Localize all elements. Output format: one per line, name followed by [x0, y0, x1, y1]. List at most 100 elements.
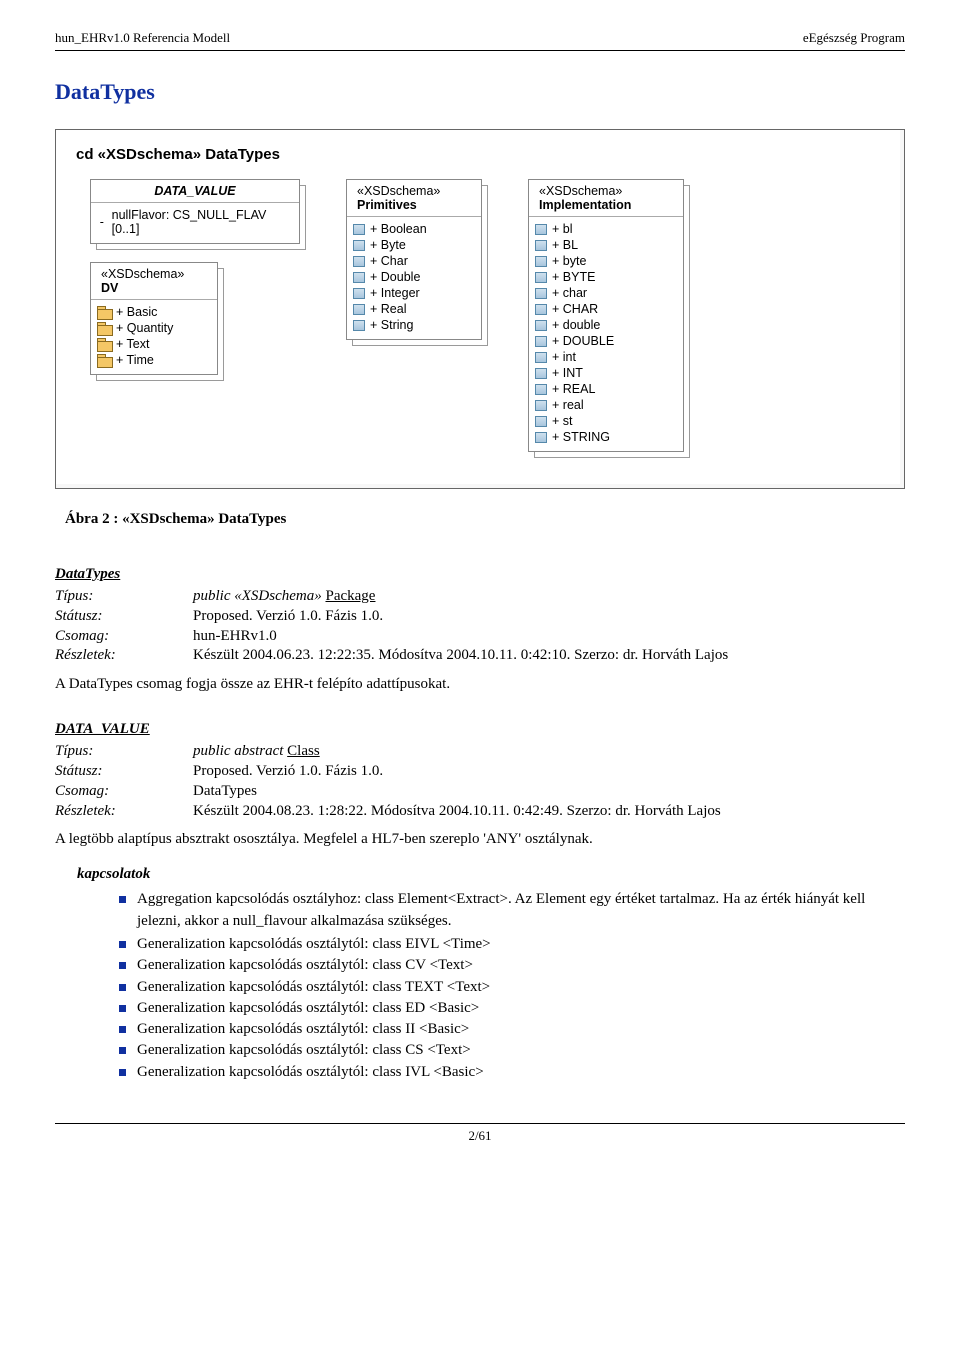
- class-icon: [353, 320, 365, 331]
- uml-item: + DOUBLE: [552, 334, 614, 348]
- class-icon: [535, 336, 547, 347]
- package-icon: [97, 354, 111, 366]
- package-icon: [97, 306, 111, 318]
- label-tipus: Típus:: [55, 587, 165, 607]
- definition-data-value: DATA_VALUE Típus: public abstract Class …: [55, 721, 905, 1083]
- uml-item: + Integer: [370, 286, 420, 300]
- label-reszletek: Részletek:: [55, 646, 165, 666]
- definition-name: DATA_VALUE: [55, 721, 905, 738]
- label-statusz: Státusz:: [55, 762, 165, 782]
- relationship-item: Generalization kapcsolódás osztálytól: c…: [119, 1040, 905, 1061]
- header-right: eEgészség Program: [803, 30, 905, 46]
- uml-item: + CHAR: [552, 302, 598, 316]
- class-icon: [535, 320, 547, 331]
- uml-package-title: Implementation: [539, 198, 631, 212]
- uml-item: + st: [552, 414, 573, 428]
- package-icon: [97, 338, 111, 350]
- uml-item: + String: [370, 318, 413, 332]
- class-icon: [353, 272, 365, 283]
- relationship-item: Generalization kapcsolódás osztálytól: c…: [119, 998, 905, 1019]
- label-reszletek: Részletek:: [55, 802, 165, 822]
- uml-item: + double: [552, 318, 600, 332]
- uml-item: + Time: [116, 353, 154, 367]
- definition-name: DataTypes: [55, 566, 905, 583]
- page-number: 2/61: [55, 1124, 905, 1144]
- value-tipus: public «XSDschema» Package: [193, 587, 905, 607]
- value-tipus: public abstract Class: [193, 742, 905, 762]
- label-statusz: Státusz:: [55, 607, 165, 627]
- uml-stereotype: «XSDschema»: [101, 267, 207, 281]
- kapcsolatok-heading: kapcsolatok: [77, 866, 905, 883]
- class-icon: [535, 256, 547, 267]
- uml-package-title: DV: [101, 281, 118, 295]
- class-icon: [535, 224, 547, 235]
- uml-item: + char: [552, 286, 587, 300]
- class-icon: [535, 352, 547, 363]
- uml-item: + Quantity: [116, 321, 173, 335]
- uml-item: + Byte: [370, 238, 406, 252]
- class-icon: [535, 368, 547, 379]
- class-icon: [535, 400, 547, 411]
- class-icon: [535, 384, 547, 395]
- relationship-item: Generalization kapcsolódás osztálytól: c…: [119, 1019, 905, 1040]
- uml-item: + Real: [370, 302, 407, 316]
- uml-item: + BL: [552, 238, 578, 252]
- class-icon: [535, 288, 547, 299]
- uml-item: + bl: [552, 222, 573, 236]
- uml-diagram: cd «XSDschema» DataTypes DATA_VALUE - nu…: [55, 129, 905, 489]
- uml-item: + BYTE: [552, 270, 595, 284]
- header-rule: [55, 50, 905, 51]
- uml-item: + int: [552, 350, 576, 364]
- class-icon: [353, 256, 365, 267]
- relationship-item: Generalization kapcsolódás osztálytól: c…: [119, 955, 905, 976]
- header-left: hun_EHRv1.0 Referencia Modell: [55, 30, 230, 46]
- uml-attribute: nullFlavor: CS_NULL_FLAV [0..1]: [112, 208, 291, 236]
- label-csomag: Csomag:: [55, 782, 165, 802]
- class-icon: [535, 432, 547, 443]
- relationship-item: Generalization kapcsolódás osztálytól: c…: [119, 934, 905, 955]
- class-icon: [535, 240, 547, 251]
- uml-item: + Boolean: [370, 222, 427, 236]
- uml-class-data-value: DATA_VALUE - nullFlavor: CS_NULL_FLAV [0…: [90, 179, 300, 244]
- uml-package-title: Primitives: [357, 198, 417, 212]
- uml-stereotype: «XSDschema»: [539, 184, 673, 198]
- relationship-list: Aggregation kapcsolódás osztályhoz: clas…: [119, 889, 905, 1083]
- uml-item: + INT: [552, 366, 583, 380]
- value-reszletek: Készült 2004.06.23. 12:22:35. Módosítva …: [193, 646, 905, 666]
- label-csomag: Csomag:: [55, 627, 165, 647]
- class-icon: [353, 288, 365, 299]
- uml-item: + byte: [552, 254, 586, 268]
- value-reszletek: Készült 2004.08.23. 1:28:22. Módosítva 2…: [193, 802, 905, 822]
- value-csomag: DataTypes: [193, 782, 905, 802]
- uml-item: + Basic: [116, 305, 157, 319]
- relationship-item: Generalization kapcsolódás osztálytól: c…: [119, 1062, 905, 1083]
- uml-item: + Double: [370, 270, 420, 284]
- uml-stereotype: «XSDschema»: [357, 184, 471, 198]
- class-icon: [535, 416, 547, 427]
- package-icon: [97, 322, 111, 334]
- page-header: hun_EHRv1.0 Referencia Modell eEgészség …: [55, 30, 905, 46]
- value-statusz: Proposed. Verzió 1.0. Fázis 1.0.: [193, 762, 905, 782]
- value-csomag: hun-EHRv1.0: [193, 627, 905, 647]
- uml-package-implementation: «XSDschema» Implementation + bl + BL + b…: [528, 179, 684, 452]
- page: hun_EHRv1.0 Referencia Modell eEgészség …: [0, 0, 960, 1164]
- class-icon: [535, 304, 547, 315]
- class-icon: [353, 304, 365, 315]
- uml-item: + REAL: [552, 382, 595, 396]
- diagram-title: cd «XSDschema» DataTypes: [76, 146, 888, 163]
- uml-class-title: DATA_VALUE: [154, 184, 235, 198]
- uml-package-primitives: «XSDschema» Primitives + Boolean + Byte …: [346, 179, 482, 340]
- relationship-item: Aggregation kapcsolódás osztályhoz: clas…: [119, 889, 905, 932]
- uml-item: + STRING: [552, 430, 610, 444]
- value-statusz: Proposed. Verzió 1.0. Fázis 1.0.: [193, 607, 905, 627]
- uml-minus: -: [97, 215, 107, 229]
- class-icon: [535, 272, 547, 283]
- definition-description: A legtöbb alaptípus absztrakt ososztálya…: [55, 831, 905, 848]
- class-icon: [353, 224, 365, 235]
- figure-caption: Ábra 2 : «XSDschema» DataTypes: [65, 511, 905, 528]
- section-title: DataTypes: [55, 79, 905, 105]
- uml-item: + real: [552, 398, 584, 412]
- uml-item: + Text: [116, 337, 149, 351]
- uml-item: + Char: [370, 254, 408, 268]
- uml-package-dv: «XSDschema» DV + Basic + Quantity + Text…: [90, 262, 218, 375]
